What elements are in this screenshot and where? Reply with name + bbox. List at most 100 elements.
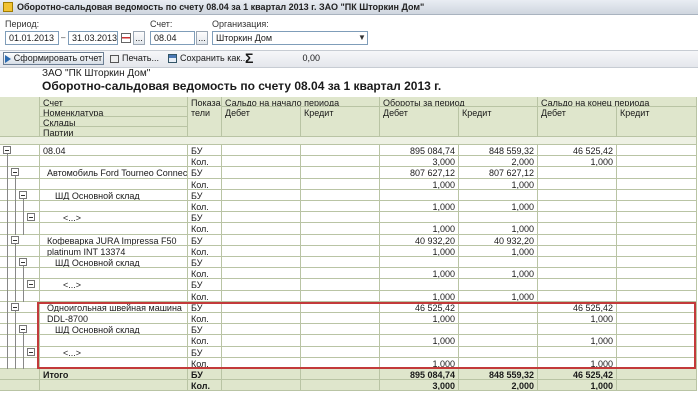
row-label xyxy=(40,178,188,190)
row-cd xyxy=(538,201,617,213)
build-report-button[interactable]: Сформировать отчет xyxy=(3,52,104,65)
row-oc xyxy=(301,145,380,157)
row-od xyxy=(222,234,301,246)
row-label: ШД Основной склад xyxy=(40,257,188,269)
row-indicator: БУ xyxy=(188,167,222,179)
save-as-button[interactable]: Сохранить как... xyxy=(168,52,248,65)
total-td: 3,000 xyxy=(380,380,459,392)
document-icon xyxy=(3,2,13,12)
collapse-icon[interactable] xyxy=(27,280,35,289)
total-cc xyxy=(617,369,697,381)
row-cd xyxy=(538,245,617,257)
row-cc xyxy=(617,212,697,224)
header-td-debit: Дебет xyxy=(380,107,459,137)
header-nomenclature: Номенклатура xyxy=(40,107,188,117)
period-select-button[interactable]: ... xyxy=(133,31,145,45)
row-indicator: БУ xyxy=(188,279,222,291)
row-oc xyxy=(301,279,380,291)
row-tc: 1,000 xyxy=(459,245,538,257)
highlight-frame xyxy=(37,302,696,369)
row-od xyxy=(222,290,301,302)
calendar-icon[interactable] xyxy=(121,33,131,43)
header-turnover: Обороты за период xyxy=(380,97,538,107)
row-indicator: БУ xyxy=(188,257,222,269)
row-tree-cell xyxy=(0,201,40,213)
row-od xyxy=(222,201,301,213)
row-td: 895 084,74 xyxy=(380,145,459,157)
row-tree-cell xyxy=(0,313,40,325)
row-label: Кофеварка JURA Impressa F50 xyxy=(40,234,188,246)
row-label xyxy=(40,201,188,213)
row-label: <...> xyxy=(40,212,188,224)
print-button[interactable]: Печать... xyxy=(110,52,159,65)
selection-sum-value: 0,00 xyxy=(302,53,320,63)
row-oc xyxy=(301,268,380,280)
collapse-icon[interactable] xyxy=(19,258,27,266)
row-td: 1,000 xyxy=(380,223,459,235)
row-cc xyxy=(617,268,697,280)
row-label: platinum INT 13374 xyxy=(40,245,188,257)
row-tc: 40 932,20 xyxy=(459,234,538,246)
header-od-debit: Дебет xyxy=(222,107,301,137)
row-label: ШД Основной склад xyxy=(40,189,188,201)
row-od xyxy=(222,223,301,235)
row-td xyxy=(380,212,459,224)
header-cd-debit: Дебет xyxy=(538,107,617,137)
chevron-down-icon[interactable]: ▼ xyxy=(358,33,366,42)
date-from-input[interactable]: 01.01.2013 xyxy=(5,31,59,45)
row-indicator: Кол. xyxy=(188,290,222,302)
row-label xyxy=(40,290,188,302)
row-od xyxy=(222,156,301,168)
total-td: 895 084,74 xyxy=(380,369,459,381)
window-title: Оборотно-сальдовая ведомость по счету 08… xyxy=(17,2,425,12)
row-tree-cell xyxy=(0,234,40,246)
row-cd xyxy=(538,212,617,224)
row-label xyxy=(40,268,188,280)
row-td: 1,000 xyxy=(380,201,459,213)
account-input[interactable]: 08.04 xyxy=(150,31,195,45)
row-tree-cell xyxy=(0,156,40,168)
collapse-icon[interactable] xyxy=(19,190,27,199)
row-tc xyxy=(459,212,538,224)
header-account: Счет xyxy=(40,97,188,107)
total-tree-cell xyxy=(0,369,40,381)
collapse-icon[interactable] xyxy=(19,325,27,334)
row-tc: 848 559,32 xyxy=(459,145,538,157)
report-title: Оборотно-сальдовая ведомость по счету 08… xyxy=(42,79,442,93)
toolbar: Сформировать отчет Печать... Сохранить к… xyxy=(0,50,698,68)
save-icon xyxy=(168,54,177,63)
row-cd xyxy=(538,257,617,269)
org-label: Организация: xyxy=(212,19,269,29)
row-td xyxy=(380,189,459,201)
collapse-icon[interactable] xyxy=(11,168,19,177)
row-cd xyxy=(538,268,617,280)
print-label: Печать... xyxy=(122,53,159,63)
row-cc xyxy=(617,245,697,257)
row-od xyxy=(222,167,301,179)
header-oc-credit: Кредит xyxy=(301,107,380,137)
row-tc: 807 627,12 xyxy=(459,167,538,179)
row-cc xyxy=(617,290,697,302)
collapse-icon[interactable] xyxy=(11,235,19,244)
org-select[interactable]: Шторкин Дом xyxy=(212,31,368,45)
collapse-icon[interactable] xyxy=(3,146,11,154)
account-select-button[interactable]: ... xyxy=(196,31,208,45)
row-tree-cell xyxy=(0,335,40,347)
row-oc xyxy=(301,189,380,201)
row-od xyxy=(222,268,301,280)
tree-line xyxy=(23,198,24,235)
row-td: 40 932,20 xyxy=(380,234,459,246)
row-tree-cell xyxy=(0,167,40,179)
row-indicator: БУ xyxy=(188,189,222,201)
row-td: 1,000 xyxy=(380,290,459,302)
row-tc xyxy=(459,189,538,201)
collapse-icon[interactable] xyxy=(27,213,35,222)
row-td xyxy=(380,257,459,269)
row-indicator: БУ xyxy=(188,212,222,224)
date-to-input[interactable]: 31.03.2013 xyxy=(68,31,118,45)
collapse-icon[interactable] xyxy=(27,347,35,356)
collapse-icon[interactable] xyxy=(11,302,19,311)
row-oc xyxy=(301,257,380,269)
header-tree xyxy=(0,97,40,137)
header-spacer xyxy=(0,137,697,145)
